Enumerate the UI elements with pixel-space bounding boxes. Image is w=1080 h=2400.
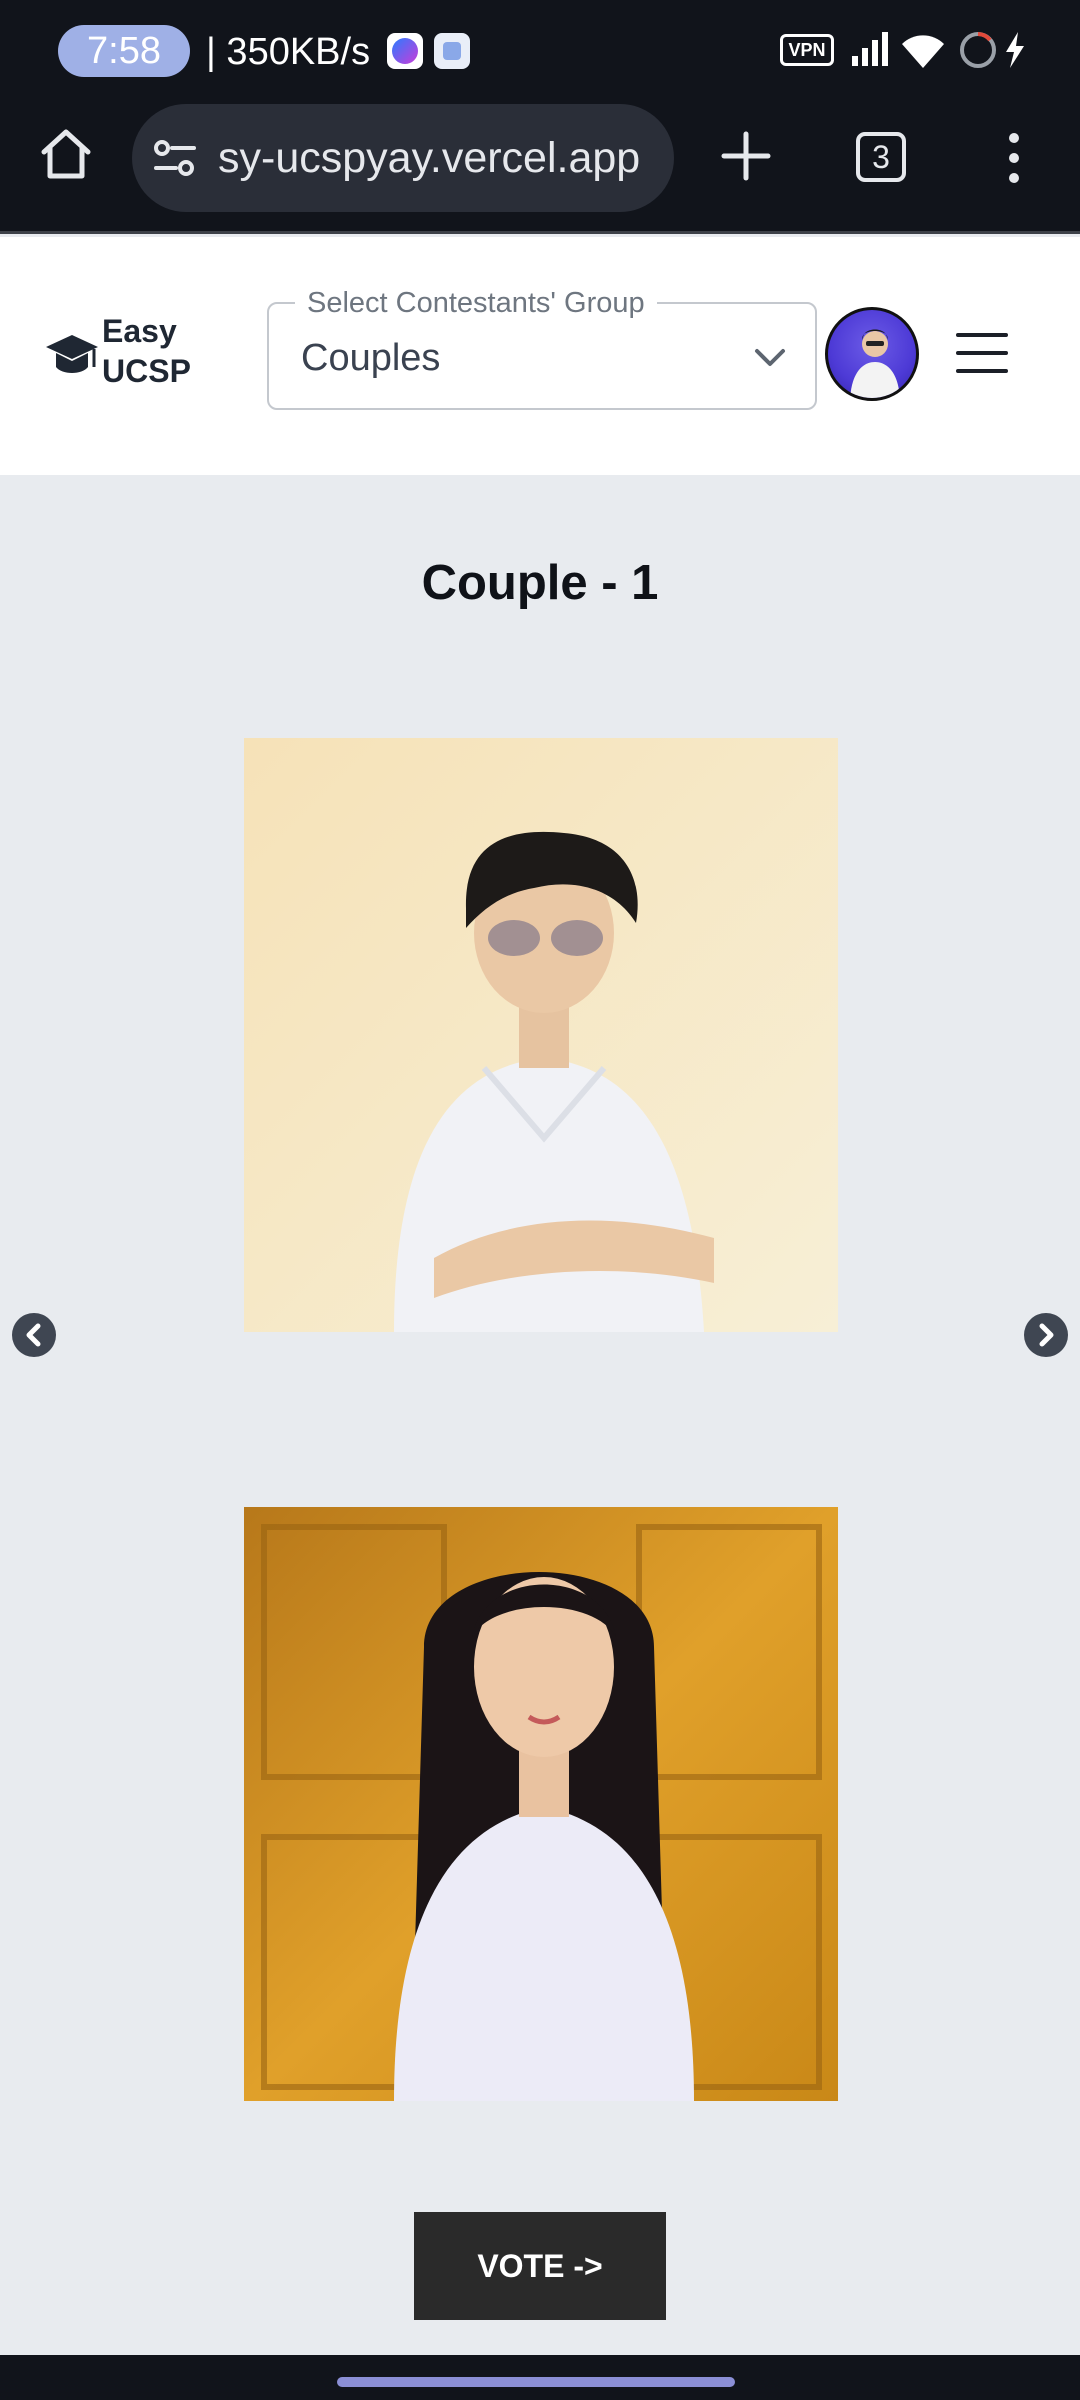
charging-icon [1006, 32, 1024, 68]
logo-text-line2: UCSP [102, 353, 191, 389]
chevron-right-icon [1039, 1323, 1054, 1347]
url-text[interactable]: sy-ucspyay.vercel.app [218, 104, 664, 212]
system-nav-bar [0, 2355, 1080, 2400]
chevron-down-icon[interactable] [753, 346, 787, 370]
avatar-image [850, 329, 900, 398]
avatar[interactable] [825, 307, 919, 401]
screen: 7:58 | 350KB/s VPN sy-ucspyay.vercel.app… [0, 0, 1080, 2400]
carousel-prev-button[interactable] [12, 1313, 56, 1357]
messenger-icon [387, 33, 423, 69]
vote-button[interactable]: VOTE -> [414, 2212, 666, 2320]
page-title: Couple - 1 [421, 556, 659, 610]
site-logo[interactable]: Easy UCSP [44, 309, 204, 399]
carousel-next-button[interactable] [1024, 1313, 1068, 1357]
tab-switcher-button[interactable]: 3 [856, 132, 906, 182]
plus-icon[interactable] [716, 126, 776, 186]
home-icon[interactable] [36, 124, 96, 184]
browser-toolbar: sy-ucspyay.vercel.app 3 [0, 100, 1080, 234]
address-bar[interactable]: sy-ucspyay.vercel.app [132, 104, 674, 212]
wifi-icon [902, 35, 944, 68]
select-value[interactable]: Couples [301, 304, 440, 412]
contestant-photo-female [244, 1507, 838, 2101]
battery-icon [960, 32, 996, 68]
menu-icon[interactable] [956, 333, 1008, 373]
site-header: Easy UCSP Select Contestants' Group Coup… [0, 237, 1080, 475]
signal-icon [852, 32, 888, 66]
status-time: 7:58 [58, 25, 190, 77]
contestants-group-select[interactable]: Select Contestants' Group Couples [267, 286, 817, 412]
app-notification-icon [434, 33, 470, 69]
logo-text-line1: Easy [102, 313, 177, 349]
more-vert-icon[interactable] [994, 128, 1034, 188]
site-settings-icon[interactable] [152, 136, 198, 180]
graduation-cap-icon [46, 335, 98, 373]
status-bar: 7:58 | 350KB/s VPN [0, 0, 1080, 100]
network-speed: | 350KB/s [206, 31, 371, 73]
gesture-handle[interactable] [337, 2377, 735, 2387]
vpn-badge: VPN [780, 34, 834, 66]
chevron-left-icon [26, 1323, 41, 1347]
contestant-photo-male [244, 738, 838, 1332]
